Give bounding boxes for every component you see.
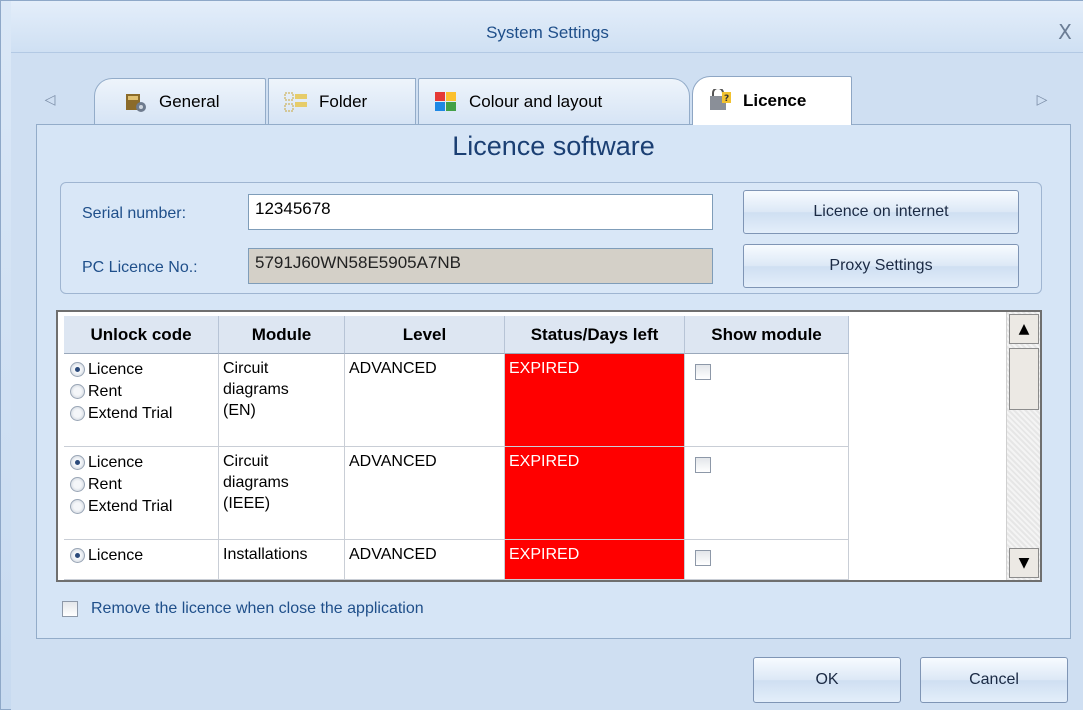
radio-licence[interactable]: Licence (64, 451, 218, 473)
module-text: Circuit (223, 453, 269, 470)
scrollbar-thumb[interactable] (1009, 348, 1039, 410)
grid-scrollbar[interactable]: ▲ ▼ (1006, 312, 1040, 580)
table-cell-module: Circuit diagrams (EN) (219, 354, 345, 447)
column-header-show-module[interactable]: Show module (685, 316, 849, 354)
module-text: Circuit (223, 360, 269, 377)
radio-button[interactable] (70, 361, 85, 377)
module-text: diagrams (223, 381, 289, 398)
tab-licence[interactable]: ? Licence (692, 76, 852, 125)
show-module-checkbox[interactable] (695, 457, 711, 473)
table-cell-status: EXPIRED (505, 354, 685, 447)
page-title: Licence software (452, 131, 655, 161)
cancel-button[interactable]: Cancel (920, 657, 1068, 703)
radio-label: Extend Trial (88, 404, 173, 422)
ok-button[interactable]: OK (753, 657, 901, 703)
radio-licence[interactable]: Licence (64, 358, 218, 380)
radio-button[interactable] (70, 405, 85, 421)
show-module-checkbox[interactable] (695, 364, 711, 380)
column-header-unlock-code[interactable]: Unlock code (64, 316, 219, 354)
pc-licence-label: PC Licence No.: (82, 259, 198, 276)
column-header-level[interactable]: Level (345, 316, 505, 354)
licence-on-internet-button[interactable]: Licence on internet (743, 190, 1019, 234)
table-cell-status: EXPIRED (505, 447, 685, 540)
table-row-unlock-code: Licence Rent Extend Trial (64, 354, 219, 447)
column-header-status[interactable]: Status/Days left (505, 316, 685, 354)
general-icon (123, 90, 149, 114)
radio-licence[interactable]: Licence (64, 544, 218, 566)
svg-text:?: ? (724, 94, 729, 104)
colour-layout-icon (433, 90, 459, 114)
radio-label: Rent (88, 475, 122, 493)
radio-button[interactable] (70, 383, 85, 399)
radio-label: Licence (88, 453, 144, 471)
folder-icon (283, 90, 309, 114)
close-icon[interactable]: X (1054, 21, 1076, 43)
table-cell-level: ADVANCED (345, 354, 505, 447)
table-cell-show-module (685, 447, 849, 540)
tab-label: Colour and layout (469, 91, 603, 111)
tab-folder[interactable]: Folder (268, 78, 416, 124)
pc-licence-field: 5791J60WN58E5905A7NB (248, 248, 713, 284)
show-module-checkbox[interactable] (695, 550, 711, 566)
table-cell-show-module (685, 354, 849, 447)
radio-rent[interactable]: Rent (64, 473, 218, 495)
radio-label: Licence (88, 360, 144, 378)
licence-grid: Unlock code Module Level Status/Days lef… (56, 310, 1042, 582)
column-header-module[interactable]: Module (219, 316, 345, 354)
window-title: System Settings (486, 23, 609, 42)
module-text: Installations (223, 546, 308, 563)
module-text: (EN) (223, 402, 256, 419)
table-cell-status: EXPIRED (505, 540, 685, 580)
tab-label: General (159, 91, 220, 111)
licence-icon: ? (707, 87, 733, 113)
tab-label: Folder (319, 91, 368, 111)
radio-rent[interactable]: Rent (64, 380, 218, 402)
radio-button[interactable] (70, 476, 85, 492)
serial-number-input[interactable]: 12345678 (248, 194, 713, 230)
module-text: diagrams (223, 474, 289, 491)
table-row-unlock-code: Licence Rent Extend Trial (64, 447, 219, 540)
title-bar: System Settings X (11, 1, 1083, 53)
table-cell-module: Circuit diagrams (IEEE) (219, 447, 345, 540)
table-row-unlock-code: Licence (64, 540, 219, 580)
radio-extend-trial[interactable]: Extend Trial (64, 495, 218, 517)
module-text: (IEEE) (223, 495, 271, 512)
remove-licence-label: Remove the licence when close the applic… (91, 600, 424, 617)
table-cell-module: Installations (219, 540, 345, 580)
radio-label: Rent (88, 382, 122, 400)
grid-content: Unlock code Module Level Status/Days lef… (64, 316, 1004, 580)
table-cell-level: ADVANCED (345, 447, 505, 540)
table-cell-show-module (685, 540, 849, 580)
tab-scroll-right-icon[interactable]: ▷ (1032, 88, 1052, 112)
scroll-up-icon[interactable]: ▲ (1009, 314, 1039, 344)
tab-general[interactable]: General (94, 78, 266, 124)
tab-label: Licence (743, 91, 807, 110)
tab-scroll-left-icon[interactable]: ◁ (40, 88, 60, 112)
table-cell-level: ADVANCED (345, 540, 505, 580)
radio-extend-trial[interactable]: Extend Trial (64, 402, 218, 424)
radio-button[interactable] (70, 547, 85, 563)
proxy-settings-button[interactable]: Proxy Settings (743, 244, 1019, 288)
radio-button[interactable] (70, 454, 85, 470)
remove-licence-checkbox[interactable] (62, 601, 78, 617)
scroll-down-icon[interactable]: ▼ (1009, 548, 1039, 578)
serial-number-label: Serial number: (82, 205, 187, 222)
radio-button[interactable] (70, 498, 85, 514)
radio-label: Extend Trial (88, 497, 173, 515)
tab-colour-and-layout[interactable]: Colour and layout (418, 78, 690, 124)
radio-label: Licence (88, 546, 144, 564)
